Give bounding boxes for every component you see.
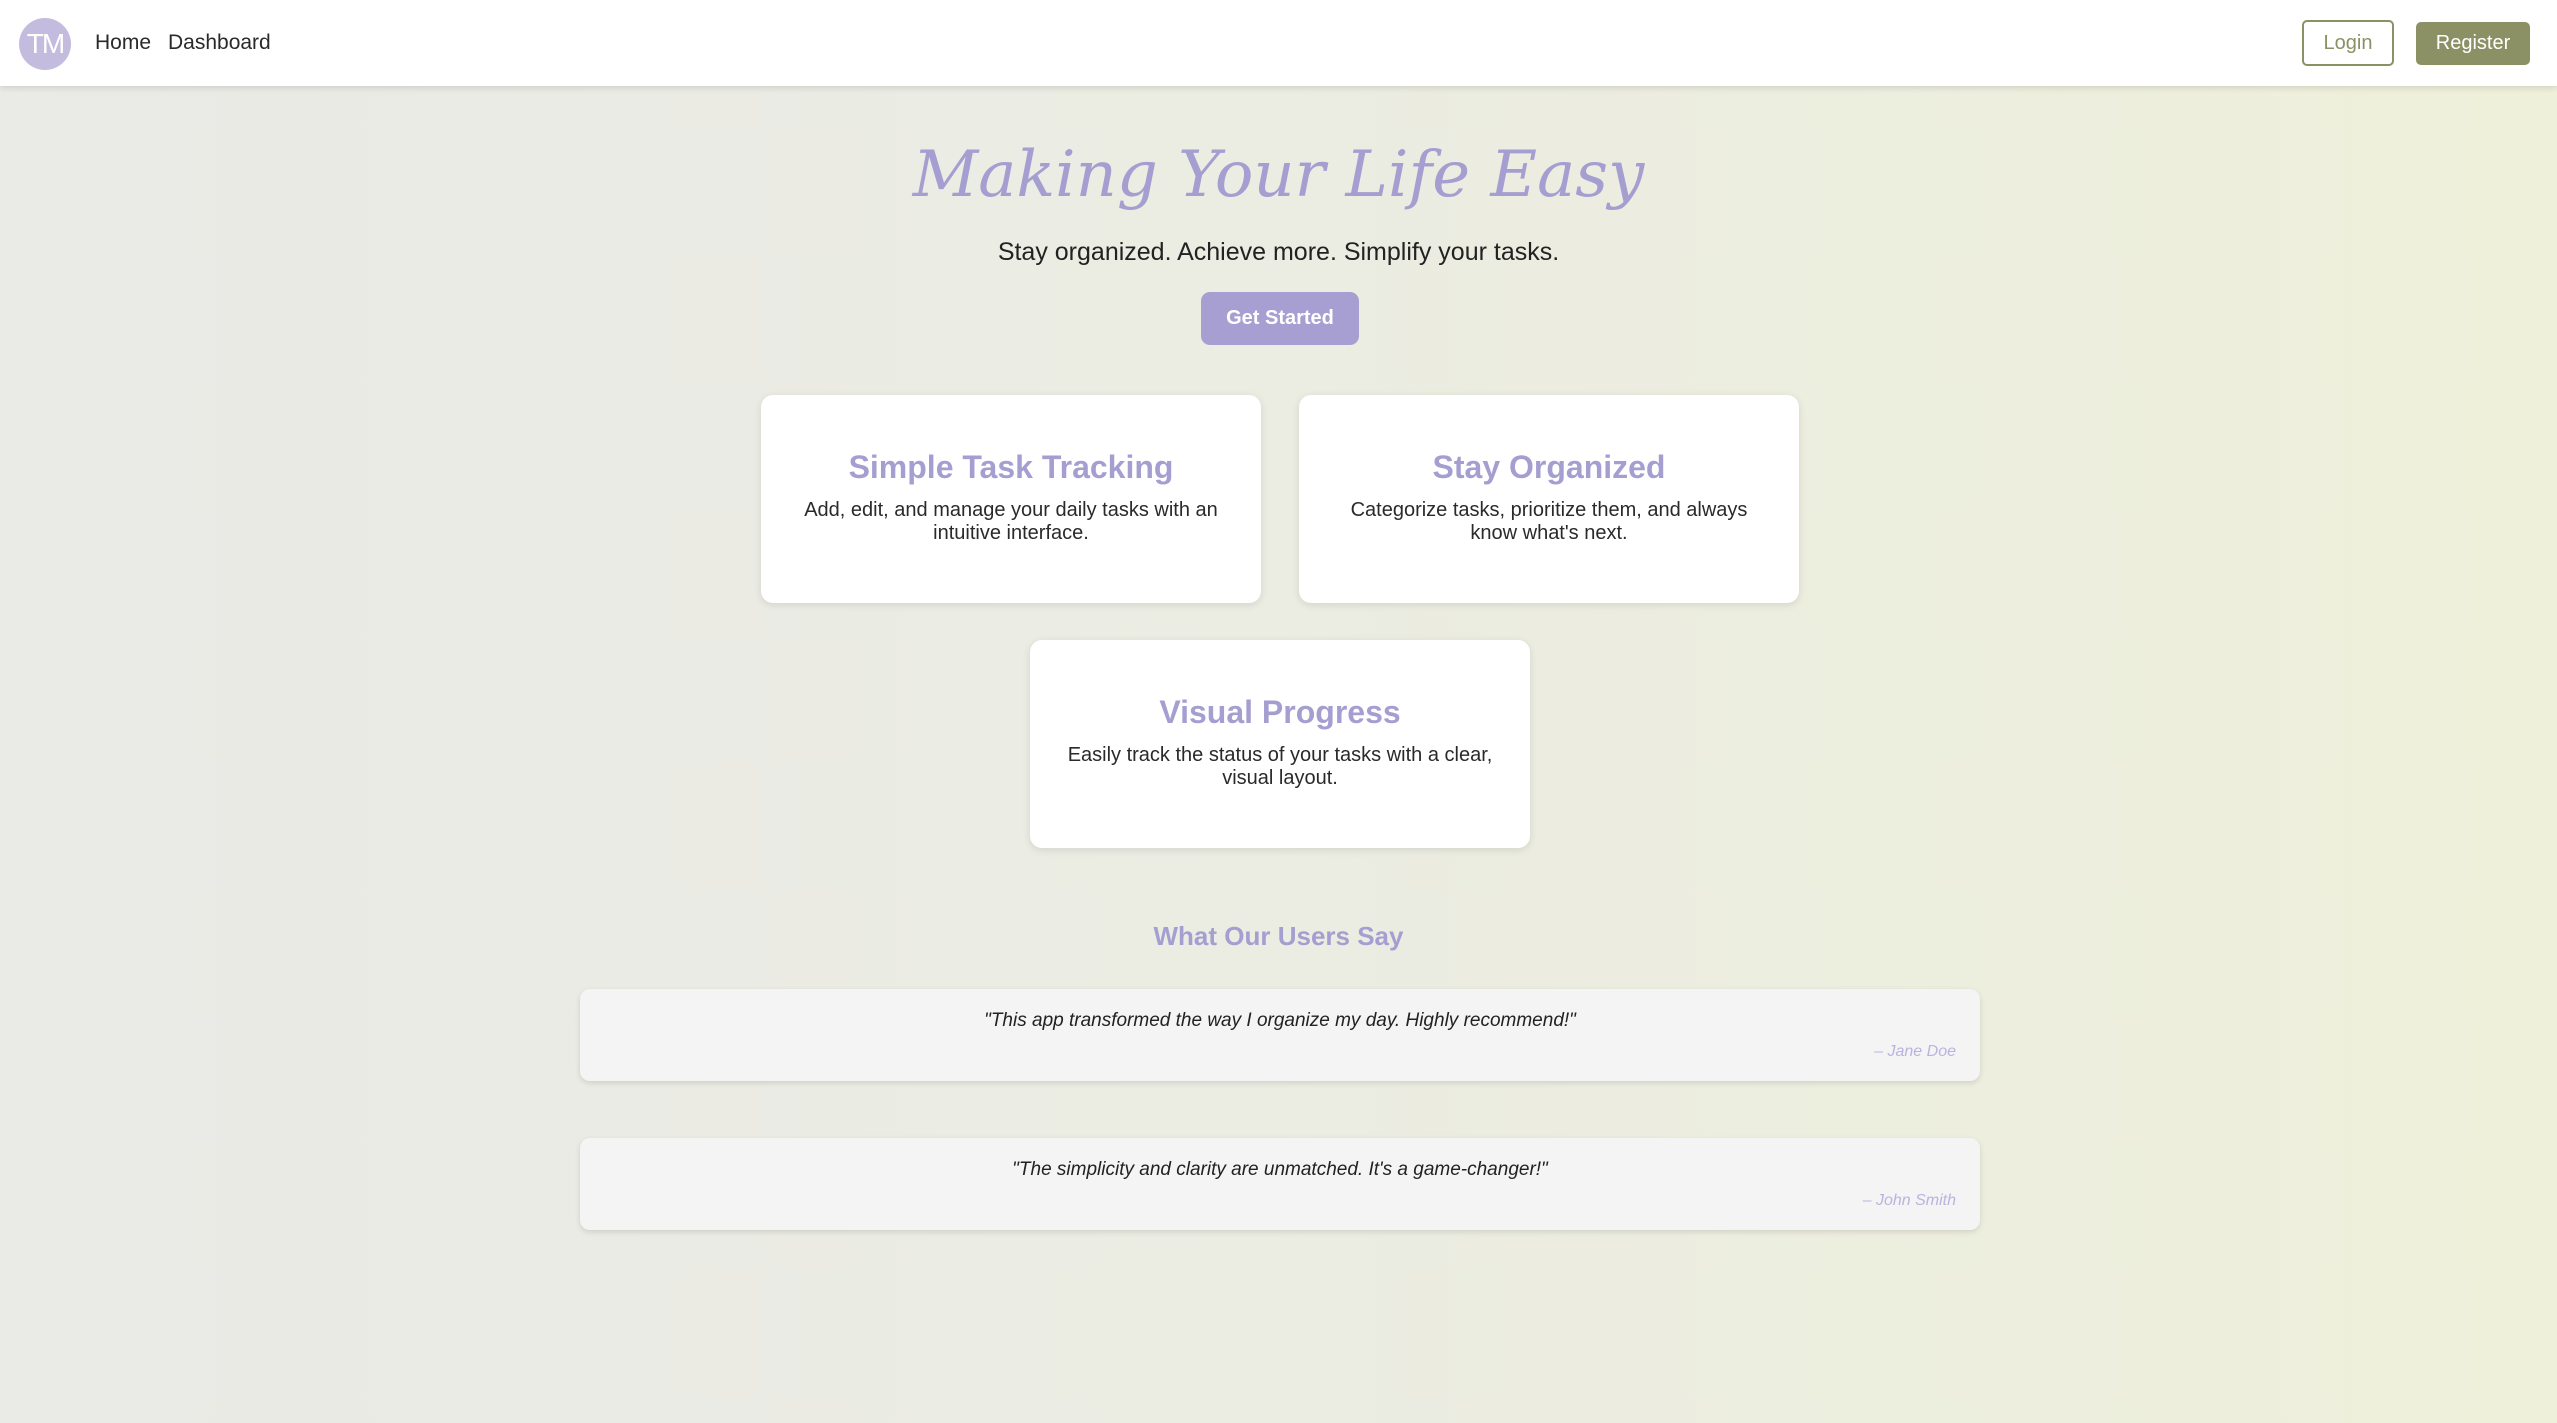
feature-card-text: Categorize tasks, prioritize them, and a… [1350, 499, 1748, 544]
testimonial-card: "This app transformed the way I organize… [580, 989, 1980, 1081]
logo[interactable]: TM [19, 18, 71, 70]
register-button[interactable]: Register [2416, 22, 2530, 65]
testimonial-author: – Jane Doe [1874, 1043, 1956, 1060]
nav-link-home[interactable]: Home [95, 28, 151, 58]
feature-card-visual-progress: Visual Progress Easily track the status … [1030, 640, 1530, 848]
testimonial-quote: "The simplicity and clarity are unmatche… [1012, 1159, 1548, 1180]
feature-card-task-tracking: Simple Task Tracking Add, edit, and mana… [761, 395, 1261, 603]
feature-card-title: Visual Progress [1159, 694, 1401, 730]
nav-link-dashboard[interactable]: Dashboard [168, 28, 271, 58]
feature-card-text: Add, edit, and manage your daily tasks w… [804, 499, 1218, 544]
hero-title: Making Your Life Easy [912, 138, 1645, 212]
testimonial-quote: "This app transformed the way I organize… [984, 1010, 1576, 1031]
testimonial-card: "The simplicity and clarity are unmatche… [580, 1138, 1980, 1230]
navbar: TM Home Dashboard Login Register [0, 0, 2557, 86]
feature-card-title: Stay Organized [1432, 449, 1666, 485]
login-button[interactable]: Login [2302, 20, 2394, 66]
feature-card-text: Easily track the status of your tasks wi… [1067, 744, 1493, 789]
testimonials-heading: What Our Users Say [1153, 921, 1404, 951]
get-started-button[interactable]: Get Started [1201, 292, 1359, 345]
testimonial-author: – John Smith [1862, 1192, 1956, 1209]
hero-subtitle: Stay organized. Achieve more. Simplify y… [997, 238, 1560, 266]
feature-card-title: Simple Task Tracking [848, 449, 1174, 485]
feature-card-stay-organized: Stay Organized Categorize tasks, priorit… [1299, 395, 1799, 603]
